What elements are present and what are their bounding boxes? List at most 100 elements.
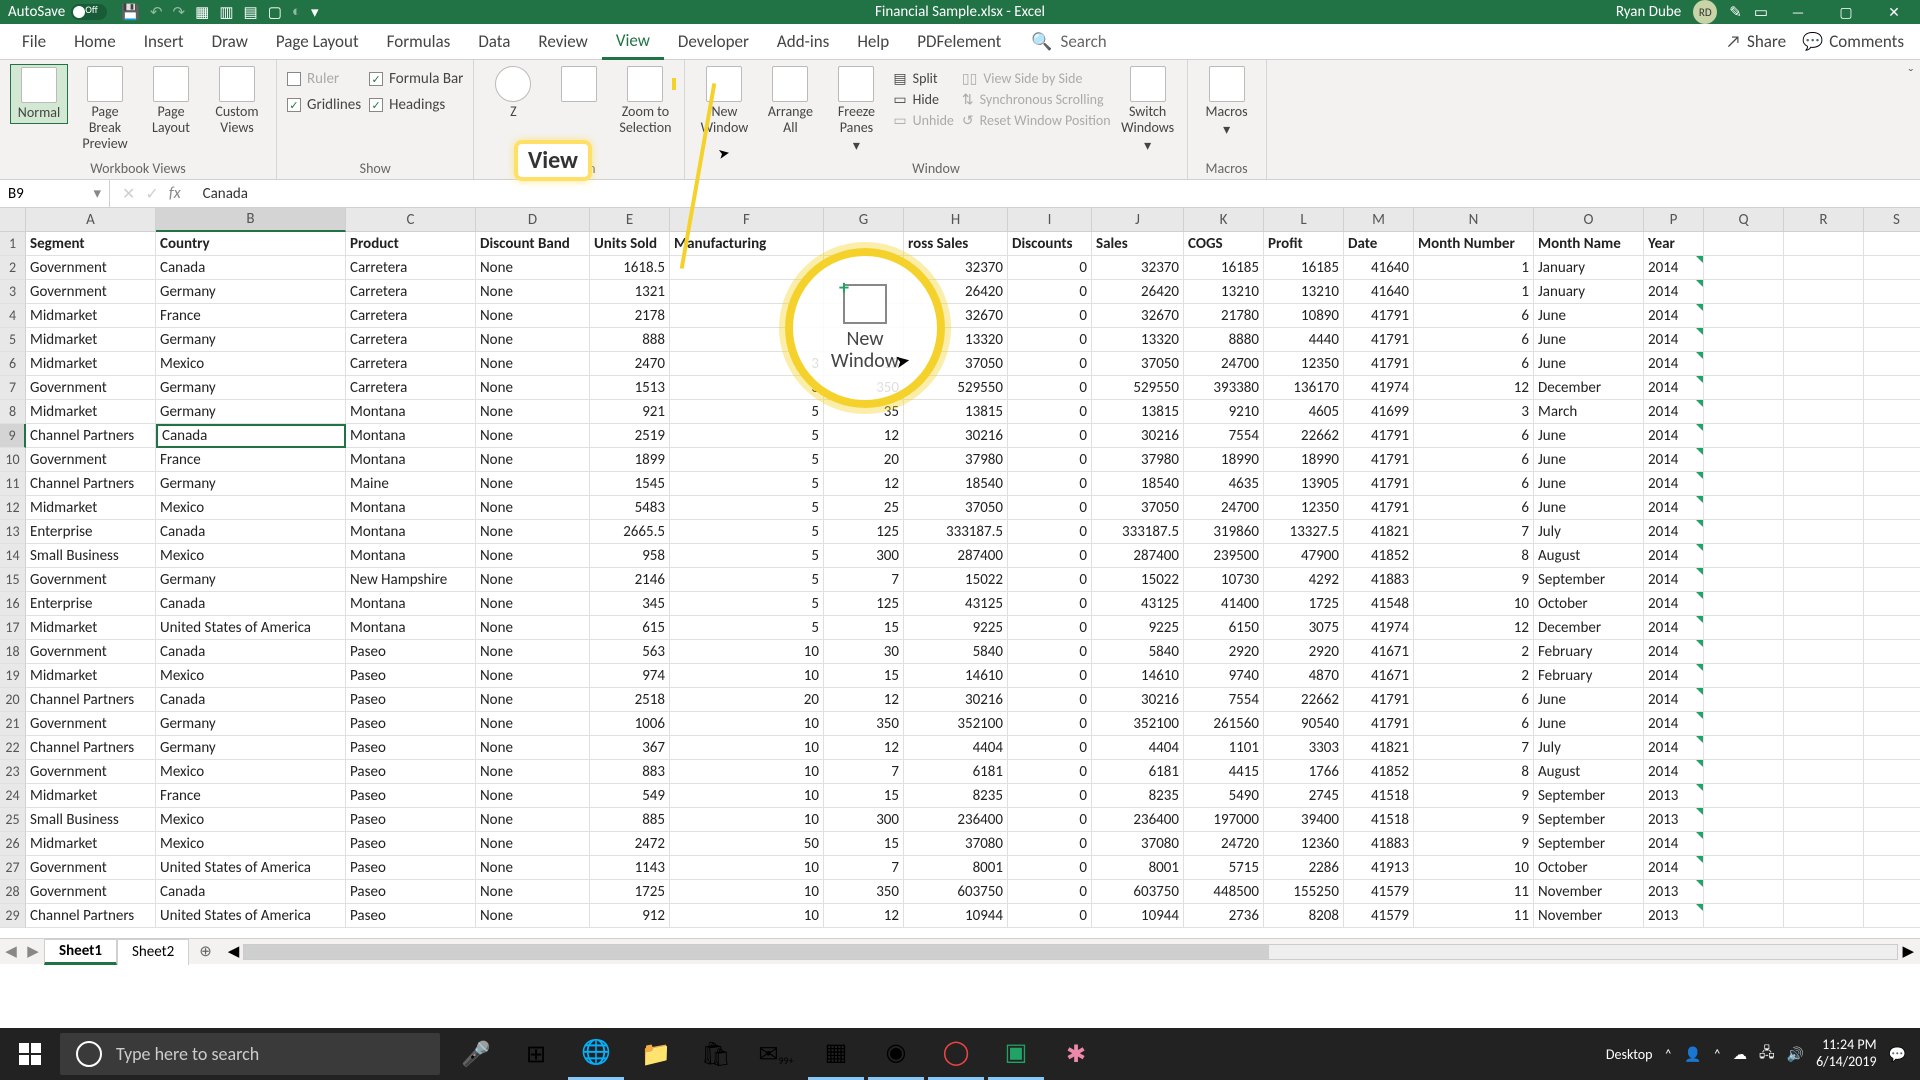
cell[interactable]	[1704, 904, 1784, 928]
scroll-right-icon[interactable]: ▶	[1902, 942, 1914, 961]
cell[interactable]	[1864, 328, 1920, 352]
enter-icon[interactable]: ✓	[145, 184, 158, 204]
cell[interactable]: None	[476, 328, 590, 352]
cell[interactable]: Canada	[156, 520, 346, 544]
cell[interactable]	[1704, 472, 1784, 496]
column-header-B[interactable]: B	[156, 208, 346, 232]
cell[interactable]	[1864, 496, 1920, 520]
cell[interactable]: 6	[1414, 472, 1534, 496]
cell[interactable]: 41791	[1344, 712, 1414, 736]
tab-home[interactable]: Home	[60, 24, 130, 60]
qat-icon[interactable]: ▦	[195, 3, 209, 22]
cell[interactable]: 125	[824, 592, 904, 616]
cell[interactable]: Channel Partners	[26, 688, 156, 712]
cell[interactable]: 197000	[1184, 808, 1264, 832]
tab-formulas[interactable]: Formulas	[373, 24, 465, 60]
cell[interactable]	[1704, 376, 1784, 400]
edge-icon[interactable]: 🌐	[568, 1028, 624, 1080]
cell[interactable]: Enterprise	[26, 520, 156, 544]
cell[interactable]	[1704, 544, 1784, 568]
row-header[interactable]: 28	[0, 880, 26, 904]
cell[interactable]	[1784, 904, 1864, 928]
cell[interactable]: 41640	[1344, 280, 1414, 304]
cell[interactable]: 0	[1008, 304, 1092, 328]
cell[interactable]: 37050	[904, 496, 1008, 520]
cell[interactable]: 1	[1414, 256, 1534, 280]
cell[interactable]: Carretera	[346, 304, 476, 328]
cell[interactable]: September	[1534, 568, 1644, 592]
cell[interactable]: July	[1534, 736, 1644, 760]
cell[interactable]: 43125	[904, 592, 1008, 616]
cell[interactable]: None	[476, 448, 590, 472]
header-cell[interactable]	[1864, 232, 1920, 256]
maximize-button[interactable]: ▢	[1828, 0, 1864, 24]
cell[interactable]: 2146	[590, 568, 670, 592]
tell-me-search[interactable]: 🔍 Search	[1031, 31, 1106, 52]
column-header-E[interactable]: E	[590, 208, 670, 232]
cell[interactable]: 0	[1008, 328, 1092, 352]
cell[interactable]: 8001	[904, 856, 1008, 880]
cell[interactable]	[1784, 328, 1864, 352]
cell[interactable]: 974	[590, 664, 670, 688]
cell[interactable]: 10	[670, 856, 824, 880]
cell[interactable]	[1864, 424, 1920, 448]
cell[interactable]: 4415	[1184, 760, 1264, 784]
tab-insert[interactable]: Insert	[130, 24, 198, 60]
header-cell[interactable]: Month Number	[1414, 232, 1534, 256]
cell[interactable]: 0	[1008, 568, 1092, 592]
cell[interactable]: 2920	[1264, 640, 1344, 664]
cell[interactable]: Channel Partners	[26, 904, 156, 928]
cell[interactable]: June	[1534, 688, 1644, 712]
cell[interactable]: Government	[26, 880, 156, 904]
cell[interactable]: 12	[1414, 616, 1534, 640]
row-header[interactable]: 5	[0, 328, 26, 352]
cell[interactable]: 9	[1414, 568, 1534, 592]
row-header[interactable]: 8	[0, 400, 26, 424]
cell[interactable]: 7	[824, 568, 904, 592]
cell[interactable]: 5	[670, 520, 824, 544]
cell[interactable]: Germany	[156, 736, 346, 760]
cell[interactable]: 287400	[904, 544, 1008, 568]
add-sheet-button[interactable]: ⊕	[189, 942, 222, 961]
collapse-ribbon-icon[interactable]: ˬ	[1902, 60, 1920, 179]
cell[interactable]	[1784, 280, 1864, 304]
header-cell[interactable]: Date	[1344, 232, 1414, 256]
cell[interactable]: 6	[1414, 688, 1534, 712]
cell[interactable]	[1784, 520, 1864, 544]
cell[interactable]: 12	[1414, 376, 1534, 400]
cell[interactable]: 10	[670, 784, 824, 808]
cell[interactable]: Midmarket	[26, 616, 156, 640]
cell[interactable]: Mexico	[156, 496, 346, 520]
tab-developer[interactable]: Developer	[664, 24, 763, 60]
cell[interactable]: 22662	[1264, 688, 1344, 712]
cell[interactable]	[1864, 856, 1920, 880]
cell[interactable]	[1784, 376, 1864, 400]
cell[interactable]: 10944	[1092, 904, 1184, 928]
cell[interactable]: 912	[590, 904, 670, 928]
cell[interactable]: None	[476, 496, 590, 520]
cell[interactable]: 41699	[1344, 400, 1414, 424]
cell[interactable]: 13210	[1184, 280, 1264, 304]
app-icon[interactable]: ▦	[808, 1028, 864, 1080]
cell[interactable]: 9225	[1092, 616, 1184, 640]
volume-icon[interactable]: 🔊	[1787, 1046, 1804, 1063]
row-header[interactable]: 23	[0, 760, 26, 784]
cell[interactable]: 10	[670, 712, 824, 736]
cell[interactable]: 2014	[1644, 424, 1704, 448]
cell[interactable]: February	[1534, 640, 1644, 664]
tab-help[interactable]: Help	[843, 24, 903, 60]
cell[interactable]: January	[1534, 280, 1644, 304]
zoom-selection-button[interactable]: Zoom to Selection	[616, 64, 674, 138]
cell[interactable]: 9	[1414, 832, 1534, 856]
cell[interactable]: 6	[1414, 328, 1534, 352]
cell[interactable]: 41974	[1344, 376, 1414, 400]
cell[interactable]	[1864, 304, 1920, 328]
cell[interactable]	[1784, 640, 1864, 664]
header-cell[interactable]: Country	[156, 232, 346, 256]
row-header[interactable]: 27	[0, 856, 26, 880]
cell[interactable]: Paseo	[346, 736, 476, 760]
cell[interactable]	[1864, 520, 1920, 544]
normal-view-button[interactable]: Normal	[10, 64, 68, 124]
cell[interactable]: 3	[670, 376, 824, 400]
cell[interactable]: Mexico	[156, 832, 346, 856]
